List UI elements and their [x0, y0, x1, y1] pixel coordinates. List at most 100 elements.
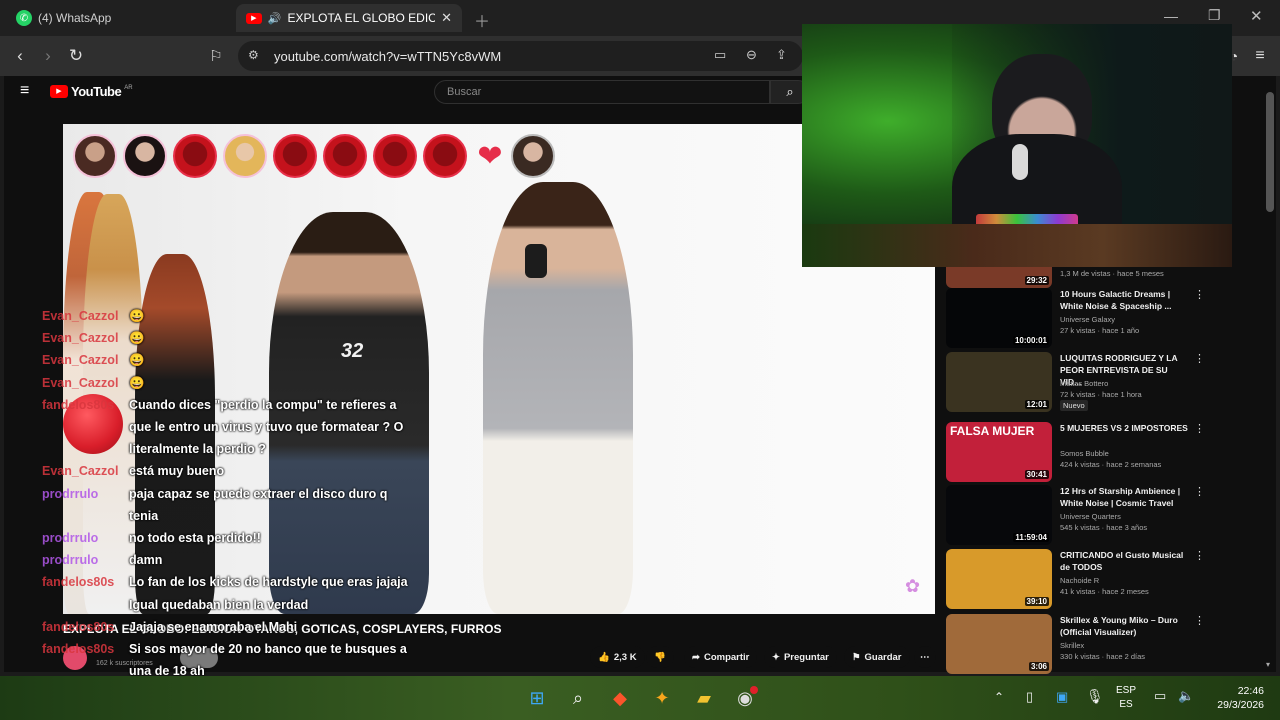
video-title[interactable]: Skrillex & Young Miko – Duro (Official V…	[1060, 614, 1190, 638]
chat-username: fandelos80s	[42, 642, 115, 656]
usb-icon[interactable]: ▯	[1026, 689, 1033, 705]
recommended-video[interactable]: 11:59:04 12 Hrs of Starship Ambience | Wh…	[946, 485, 1206, 545]
close-tab-icon[interactable]: ✕	[441, 10, 452, 26]
chat-username: prodrrulo	[42, 531, 99, 545]
cast-icon[interactable]: ▭	[714, 47, 726, 63]
more-options-icon[interactable]: ⋮	[1194, 485, 1205, 498]
file-explorer-icon[interactable]: ▰	[692, 686, 716, 710]
chat-username: fandelos80s	[42, 575, 115, 590]
contestant-avatar-hidden	[273, 134, 317, 178]
volume-icon[interactable]: 🔈	[1178, 688, 1194, 704]
ask-button[interactable]: ✦ Preguntar	[764, 646, 837, 668]
region-code: AR	[124, 84, 133, 91]
youtube-logo[interactable]: ▶ YouTube AR	[50, 84, 133, 99]
tab-whatsapp[interactable]: ✆ (4) WhatsApp	[6, 4, 232, 32]
page-scrollbar[interactable]	[1266, 92, 1274, 212]
video-title[interactable]: 10 Hours Galactic Dreams | White Noise &…	[1060, 288, 1190, 312]
chat-message: Evan_Cazzol 😀	[42, 372, 145, 394]
video-title[interactable]: CRITICANDO el Gusto Musical de TODOS	[1060, 549, 1190, 573]
clock-time: 22:46	[1237, 685, 1264, 697]
channel-name[interactable]: Matias Bottero	[1060, 378, 1190, 389]
save-button[interactable]: ⚑ Guardar	[844, 646, 910, 668]
video-thumbnail[interactable]: 10:00:01	[946, 288, 1052, 348]
video-stats: 41 k vistas · hace 2 meses	[1060, 587, 1149, 596]
new-badge: Nuevo	[1060, 400, 1088, 411]
more-options-icon[interactable]: ⋮	[1194, 549, 1205, 562]
search-input[interactable]: Buscar	[434, 80, 770, 104]
channel-name[interactable]: Universe Galaxy	[1060, 314, 1190, 325]
microphone-tray-icon[interactable]: 🎙	[1086, 688, 1104, 705]
recommended-video[interactable]: 3:06 Skrillex & Young Miko – Duro (Offici…	[946, 614, 1206, 674]
video-thumbnail[interactable]: FALSA MUJER 30:41	[946, 422, 1052, 482]
site-info-icon[interactable]: ⚙	[248, 48, 259, 62]
contestant-avatar	[223, 134, 267, 178]
reload-icon[interactable]: ↻	[64, 44, 88, 68]
more-actions-button[interactable]: ⋯	[914, 646, 936, 668]
windows-start-icon[interactable]: ⊞	[525, 686, 549, 710]
video-title[interactable]: 5 MUJERES VS 2 IMPOSTORES	[1060, 422, 1190, 434]
fl-studio-icon[interactable]: ✦	[650, 686, 674, 710]
clock[interactable]: 22:46 29/3/2026	[1206, 684, 1264, 712]
dislike-button[interactable]: 👎	[646, 646, 674, 668]
like-count: 2,3 K	[613, 651, 637, 663]
sparkle-icon: ✦	[772, 651, 780, 663]
chat-message: fandelos80s Lo fan de los kicks de hardst…	[42, 571, 408, 593]
network-icon[interactable]: ▭	[1154, 688, 1166, 704]
recording-dot-icon	[750, 686, 758, 694]
video-thumbnail[interactable]: 39:10	[946, 549, 1052, 609]
channel-name[interactable]: Universe Quarters	[1060, 511, 1190, 522]
menu-icon[interactable]: ≡	[1248, 44, 1272, 68]
contestant-avatar	[73, 134, 117, 178]
share-page-icon[interactable]: ⇪	[776, 47, 787, 63]
contestant-avatar-hidden	[323, 134, 367, 178]
app-tray-icon[interactable]: ▣	[1056, 689, 1068, 705]
recommended-video[interactable]: FALSA MUJER 30:41 5 MUJERES VS 2 IMPOSTORE…	[946, 422, 1206, 482]
chat-username: prodrrulo	[42, 486, 99, 501]
recommended-video[interactable]: 12:01 LUQUITAS RODRIGUEZ Y LA PEOR ENTREV…	[946, 352, 1206, 412]
brave-browser-icon[interactable]: ◆	[608, 686, 632, 710]
tab-youtube-video[interactable]: ▶ 🔊 EXPLOTA EL GLOBO EDICION ✕	[236, 4, 462, 32]
tab-label: (4) WhatsApp	[38, 11, 112, 25]
more-options-icon[interactable]: ⋮	[1194, 352, 1205, 365]
minimize-icon[interactable]: —	[1164, 8, 1178, 24]
forward-icon[interactable]: ›	[36, 44, 60, 68]
more-options-icon[interactable]: ⋮	[1194, 614, 1205, 627]
recommended-video[interactable]: 10:00:01 10 Hours Galactic Dreams | White…	[946, 288, 1206, 348]
address-bar[interactable]: ⚙ youtube.com/watch?v=wTTN5Yc8vWM ▭ ⊖ ⇪	[238, 41, 803, 71]
chat-username: fandelos80s	[42, 619, 115, 634]
back-icon[interactable]: ‹	[8, 44, 32, 68]
new-tab-icon[interactable]: ＋	[474, 8, 490, 32]
bookmark-icon[interactable]: ⚐	[204, 44, 228, 68]
video-duration: 29:32	[1024, 276, 1049, 285]
video-thumbnail[interactable]: 3:06	[946, 614, 1052, 674]
host-figure	[483, 182, 633, 614]
share-button[interactable]: ➦ Compartir	[684, 646, 758, 668]
scroll-down-icon[interactable]: ▾	[1266, 660, 1270, 669]
video-thumbnail[interactable]: 12:01	[946, 352, 1052, 412]
more-options-icon[interactable]: ⋮	[1194, 422, 1205, 435]
like-button[interactable]: 👍 2,3 K	[590, 646, 645, 668]
video-thumbnail[interactable]: 11:59:04	[946, 485, 1052, 545]
channel-name[interactable]: Skrillex	[1060, 640, 1190, 651]
close-window-icon[interactable]: ✕	[1250, 7, 1263, 25]
hamburger-menu-icon[interactable]: ≡	[20, 82, 29, 100]
video-title[interactable]: 12 Hrs of Starship Ambience | White Nois…	[1060, 485, 1190, 509]
channel-name[interactable]: Somos Bubble	[1060, 448, 1190, 459]
webcam-microphone	[1012, 144, 1028, 180]
share-icon: ➦	[692, 651, 700, 663]
chat-username: Evan_Cazzol	[42, 353, 119, 368]
recommended-video[interactable]: 39:10 CRITICANDO el Gusto Musical de TODO…	[946, 549, 1206, 609]
language-indicator[interactable]: ESP ES	[1116, 684, 1136, 712]
chat-message: tenia	[42, 505, 158, 527]
search-taskbar-icon[interactable]: ⌕	[566, 686, 590, 710]
maximize-icon[interactable]: ❐	[1208, 7, 1221, 24]
zoom-icon[interactable]: ⊖	[746, 47, 757, 63]
more-options-icon[interactable]: ⋮	[1194, 288, 1205, 301]
heart-question-icon: ❤	[477, 140, 503, 173]
chat-text: está muy bueno	[129, 464, 225, 479]
channel-name[interactable]: Nachoide R	[1060, 575, 1190, 586]
chat-message: Evan_Cazzol 😀	[42, 305, 145, 327]
clock-date: 29/3/2026	[1217, 699, 1264, 711]
video-duration: 3:06	[1028, 662, 1049, 671]
show-hidden-icons[interactable]: ⌃	[994, 690, 1004, 704]
